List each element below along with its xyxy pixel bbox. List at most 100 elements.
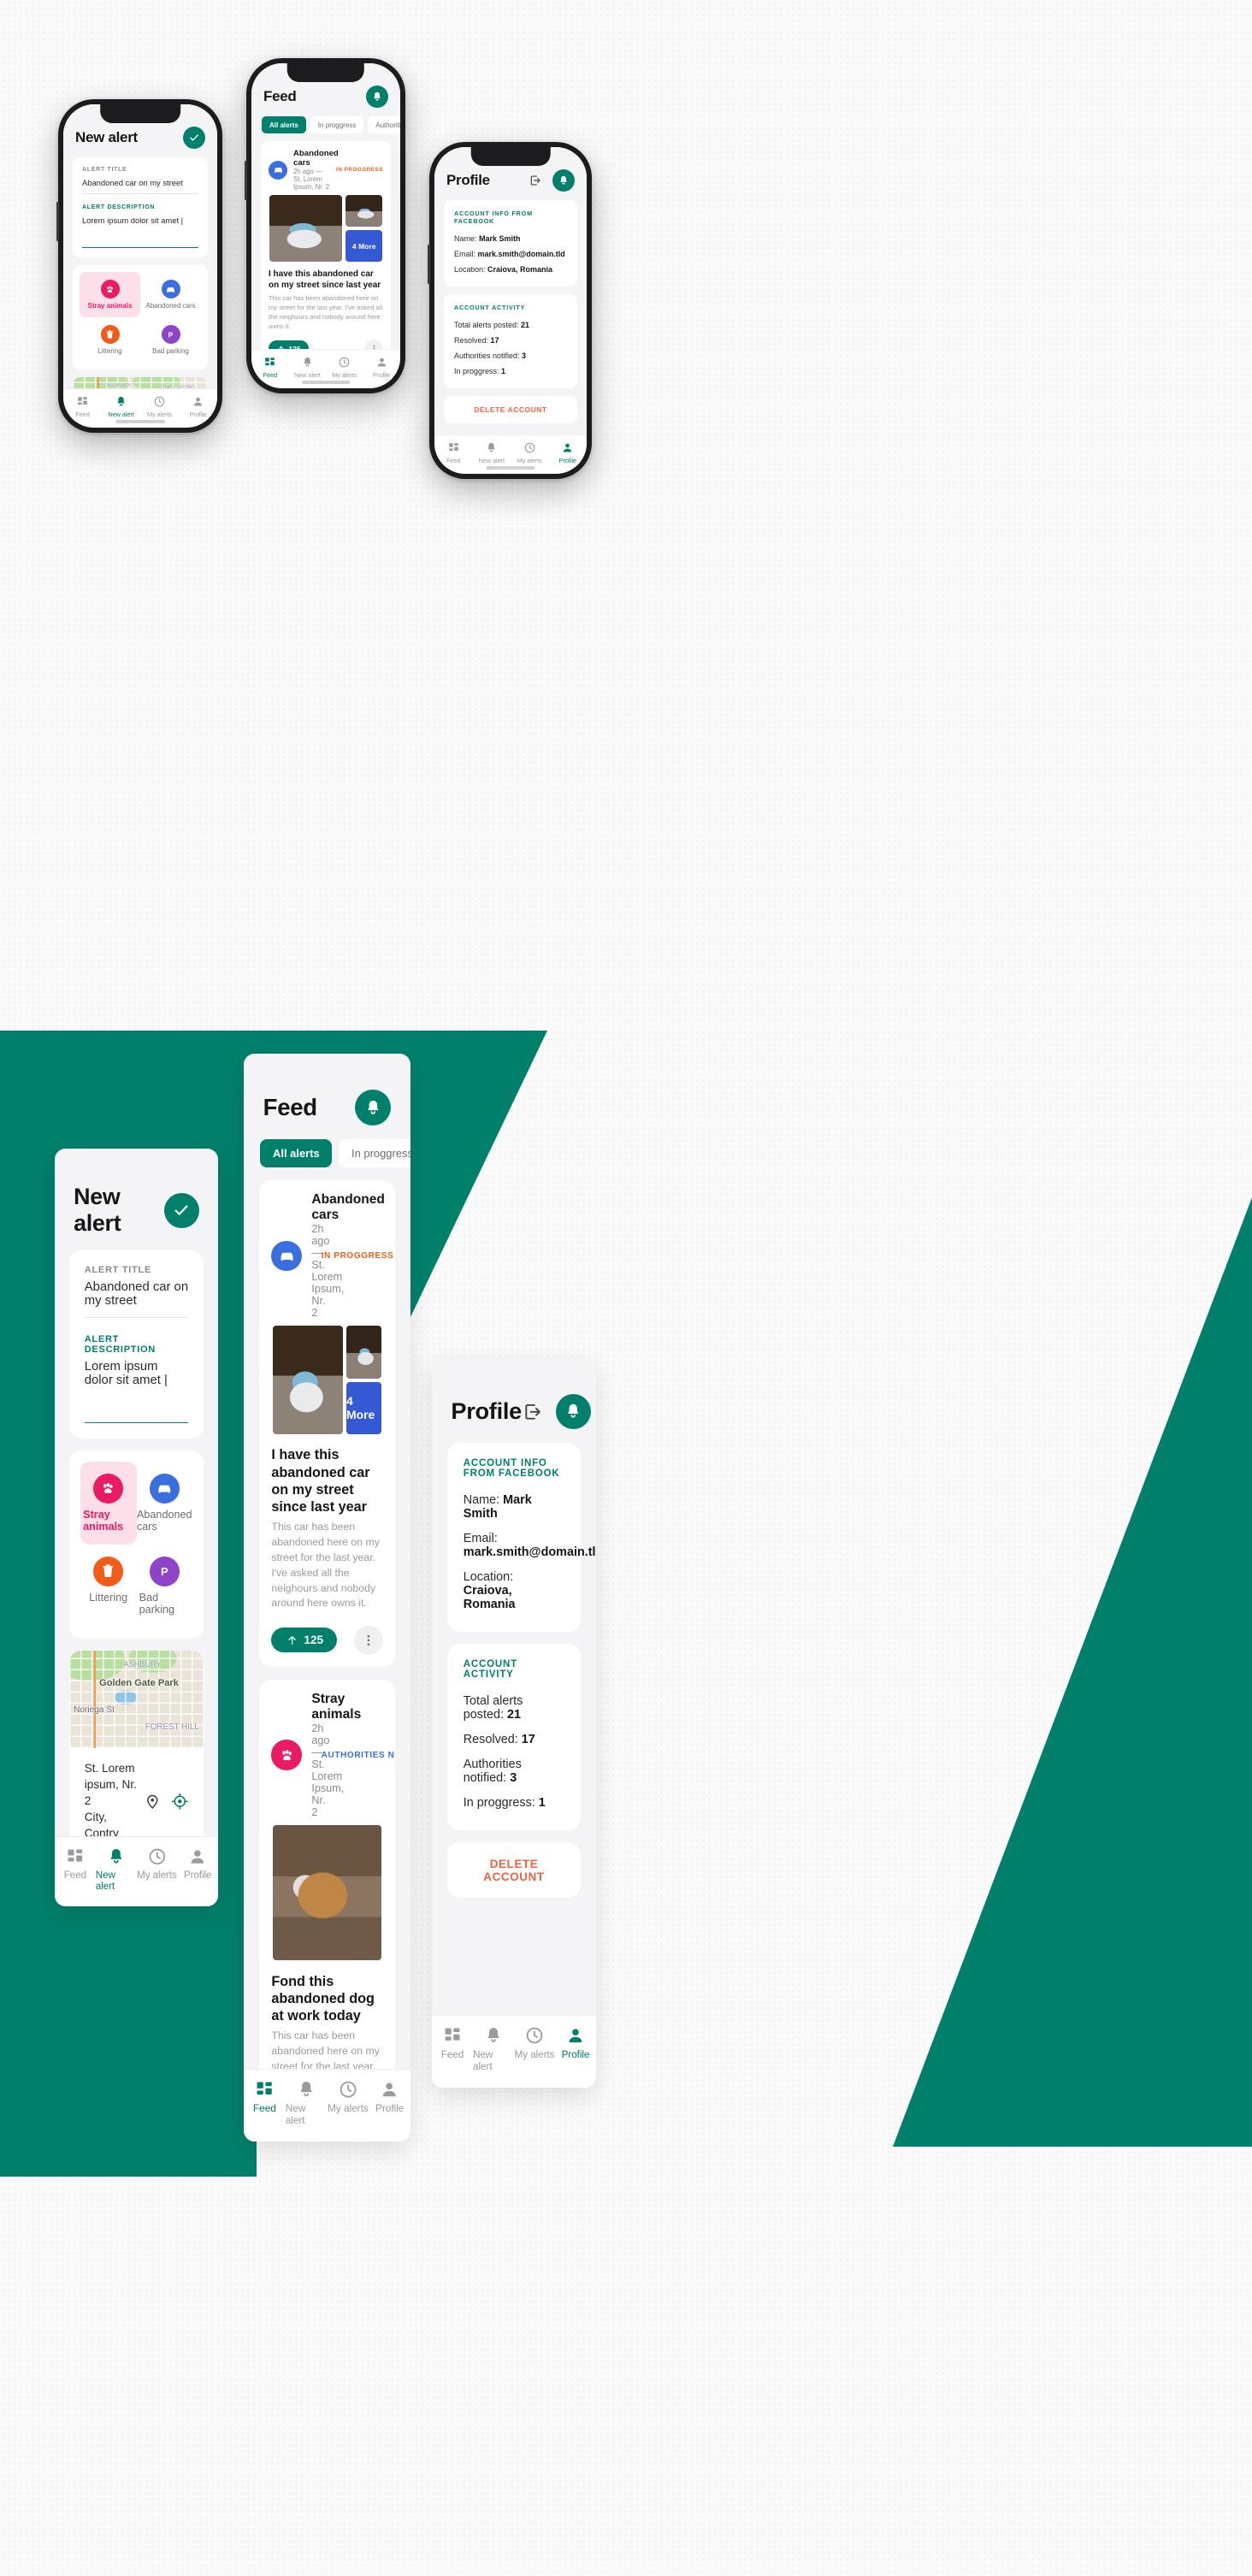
confirm-button[interactable] (163, 1192, 199, 1228)
nav-item-profile[interactable]: Profile (179, 395, 217, 418)
notifications-button[interactable] (355, 1090, 392, 1126)
nav-item-profile[interactable]: Profile (363, 356, 401, 379)
nav-item-new-alert[interactable]: New alert (289, 356, 327, 379)
nav-item-feed[interactable]: Feed (434, 441, 473, 464)
nav-item-feed[interactable]: Feed (244, 2079, 286, 2126)
category-label: Abandoned cars (136, 1508, 192, 1533)
notifications-button[interactable] (552, 169, 575, 192)
address-text: St. Lorem ipsum, Nr. 2 City, Contry (85, 1760, 137, 1836)
category-chip-littering[interactable]: Littering (80, 317, 140, 363)
nav-label: New alert (294, 371, 321, 379)
location-map[interactable]: Golden Gate Park Noriega St FOREST HILL … (73, 377, 208, 388)
alert-title-input[interactable]: Abandoned car on my street (85, 1280, 189, 1317)
nav-item-my-alerts[interactable]: My alerts (140, 395, 179, 418)
alert-card[interactable]: Stray animals 2h ago — St. Lorem Ipsum, … (258, 1679, 396, 2069)
category-chip-abandoned-cars[interactable]: Abandoned cars (137, 1462, 193, 1545)
nav-item-my-alerts[interactable]: My alerts (326, 356, 363, 379)
card-footer: 125 (259, 1622, 395, 1667)
logout-button[interactable] (529, 174, 542, 187)
notifications-button[interactable] (366, 86, 388, 108)
category-chip-stray-animals[interactable]: Stray animals (80, 1461, 137, 1545)
bottom-nav: Feed New alert My alerts Profile (55, 1835, 218, 1906)
logout-button[interactable] (522, 1401, 544, 1423)
alert-card[interactable]: Abandoned cars 2h ago — St. Lorem Ipsum,… (258, 1179, 396, 1668)
nav-item-new-alert[interactable]: New alert (96, 1846, 137, 1892)
tab-in-proggress[interactable]: In proggress (339, 1139, 410, 1168)
alert-title-input[interactable]: Abandoned car on my street (82, 178, 198, 193)
media-photo-secondary[interactable] (345, 195, 382, 227)
screen-new-alert-small: New alert ALERT TITLE Abandoned car on m… (63, 104, 217, 428)
tab-authorities-notified[interactable]: Authorities notified (368, 116, 400, 133)
tab-all-alerts[interactable]: All alerts (260, 1139, 333, 1168)
tab-in-proggress[interactable]: In proggress (310, 116, 364, 133)
confirm-button[interactable] (183, 127, 205, 149)
nav-item-profile[interactable]: Profile (369, 2079, 410, 2126)
nav-item-my-alerts[interactable]: My alerts (328, 2079, 369, 2126)
location-map[interactable]: Golden Gate Park Noriega St FOREST HILL … (69, 1651, 204, 1749)
nav-item-my-alerts[interactable]: My alerts (511, 441, 549, 464)
card-body: This car has been abandoned here on my s… (269, 294, 383, 330)
upvote-button[interactable]: 125 (271, 1627, 338, 1653)
alert-description-input[interactable]: Lorem ipsum dolor sit amet | (85, 1360, 189, 1422)
tab-all-alerts[interactable]: All alerts (262, 116, 306, 133)
screen-feed-large: Feed All alertsIn proggressAuthorities n… (244, 1054, 410, 2142)
card-title: Fond this abandoned dog at work today (271, 1973, 375, 2024)
nav-item-profile[interactable]: Profile (177, 1846, 218, 1892)
bell-icon (115, 395, 127, 408)
media-more-button[interactable]: 4 More (345, 230, 382, 262)
grid-icon (442, 2025, 463, 2046)
person-icon (379, 2079, 399, 2100)
nav-item-feed[interactable]: Feed (55, 1846, 96, 1892)
crosshair-icon[interactable] (171, 1793, 189, 1811)
filter-tabs: All alertsIn proggressAuthorities notifi… (251, 116, 400, 141)
nav-item-my-alerts[interactable]: My alerts (514, 2025, 555, 2072)
delete-account-button[interactable]: DELETE ACCOUNT (462, 1858, 566, 1883)
alert-description-input[interactable]: Lorem ipsum dolor sit amet | (82, 216, 198, 247)
delete-account-card[interactable]: DELETE ACCOUNT (446, 1842, 582, 1899)
card-menu-button[interactable] (353, 1625, 383, 1655)
activity-row: Authorities notified: 3 (463, 1758, 522, 1786)
pin-outline-icon[interactable] (144, 1793, 162, 1811)
feed-list[interactable]: Abandoned cars 2h ago — St. Lorem Ipsum,… (251, 141, 400, 349)
notifications-button[interactable] (555, 1393, 592, 1430)
nav-item-new-alert[interactable]: New alert (473, 2025, 514, 2072)
category-label: Littering (97, 347, 122, 355)
delete-account-button[interactable]: DELETE ACCOUNT (453, 405, 568, 414)
delete-account-card[interactable]: DELETE ACCOUNT (444, 396, 577, 423)
nav-item-feed[interactable]: Feed (63, 395, 102, 418)
feed-list[interactable]: Abandoned cars 2h ago — St. Lorem Ipsum,… (244, 1179, 410, 2069)
nav-item-feed[interactable]: Feed (251, 356, 289, 379)
category-chip-abandoned-cars[interactable]: Abandoned cars (140, 272, 201, 317)
card-menu-button[interactable] (365, 340, 383, 349)
nav-item-new-alert[interactable]: New alert (286, 2079, 328, 2126)
page-title: Feed (263, 1094, 317, 1121)
media-photo-secondary[interactable] (346, 1326, 381, 1379)
nav-label: Feed (446, 457, 461, 464)
nav-item-profile[interactable]: Profile (555, 2025, 596, 2072)
new-alert-form: ALERT TITLE Abandoned car on my street A… (55, 1250, 218, 1836)
media-photo-main[interactable] (273, 1326, 343, 1434)
nav-label: My alerts (137, 1869, 177, 1881)
alert-title-label: ALERT TITLE (84, 1265, 152, 1276)
category-chip-bad-parking[interactable]: P Bad parking (140, 317, 201, 363)
category-chip-stray-animals[interactable]: Stray animals (80, 272, 140, 317)
upvote-button[interactable]: 125 (269, 340, 310, 349)
media-photo-main[interactable] (269, 195, 343, 262)
media-more-button[interactable]: 4 More (346, 1381, 381, 1434)
nav-item-my-alerts[interactable]: My alerts (137, 1846, 178, 1892)
location-card: Golden Gate Park Noriega St FOREST HILL … (69, 1651, 204, 1836)
nav-item-new-alert[interactable]: New alert (473, 441, 511, 464)
alert-card[interactable]: Abandoned cars 2h ago — St. Lorem Ipsum,… (261, 141, 391, 349)
nav-item-profile[interactable]: Profile (549, 441, 588, 464)
grid-icon (76, 395, 89, 408)
text-fields-card: ALERT TITLE Abandoned car on my street A… (69, 1250, 204, 1439)
category-chip-bad-parking[interactable]: P Bad parking (137, 1545, 193, 1628)
svg-text:P: P (168, 331, 174, 339)
nav-item-new-alert[interactable]: New alert (102, 395, 140, 418)
media-photo[interactable] (273, 1825, 381, 1961)
activity-row: Resolved: 17 (463, 1733, 535, 1747)
nav-item-feed[interactable]: Feed (432, 2025, 473, 2072)
account-info-card: ACCOUNT INFO FROM FACEBOOK Name: Mark Smi… (444, 200, 577, 287)
category-chip-littering[interactable]: Littering (80, 1545, 137, 1628)
clock-icon (524, 2025, 545, 2046)
